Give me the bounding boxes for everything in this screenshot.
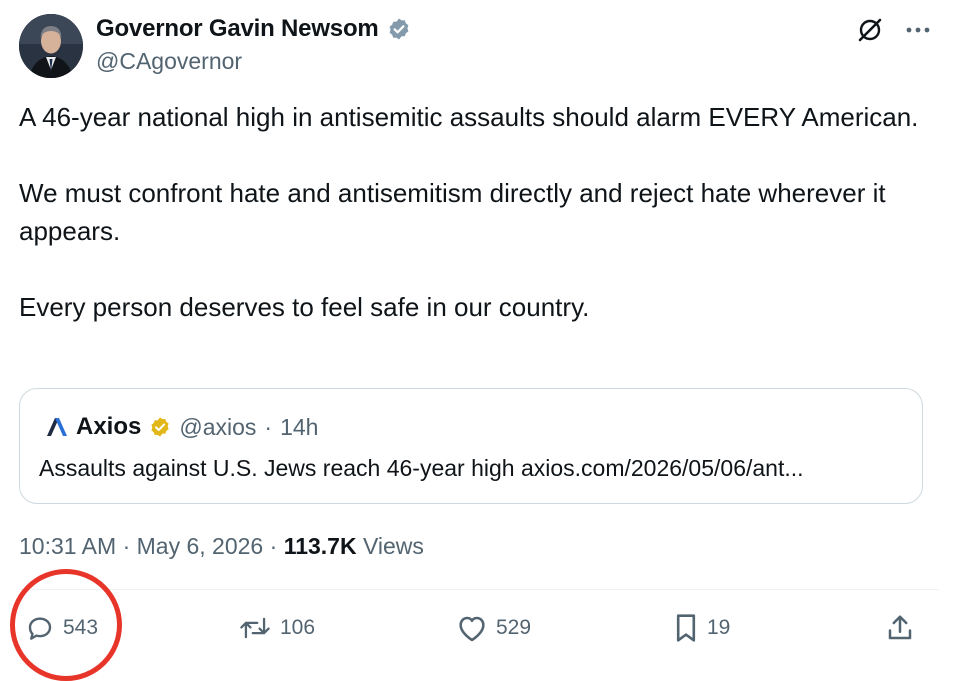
more-icon[interactable] bbox=[906, 25, 930, 35]
tweet-paragraph: Every person deserves to feel safe in ou… bbox=[19, 292, 590, 322]
verified-badge-icon bbox=[387, 17, 411, 41]
tweet-date[interactable]: May 6, 2026 bbox=[137, 533, 264, 559]
repost-button[interactable]: 106 bbox=[238, 610, 315, 646]
gold-verified-badge-icon bbox=[149, 416, 171, 438]
quoted-author-name: Axios bbox=[76, 413, 142, 440]
heart-icon bbox=[456, 613, 488, 643]
separator: · bbox=[269, 533, 278, 559]
share-button[interactable] bbox=[885, 610, 915, 646]
annotation-circle bbox=[10, 569, 122, 681]
bookmark-icon bbox=[673, 612, 699, 644]
tweet-time[interactable]: 10:31 AM bbox=[19, 533, 116, 559]
like-button[interactable]: 529 bbox=[456, 610, 531, 646]
avatar[interactable] bbox=[19, 14, 83, 78]
tweet-text: A 46-year national high in antisemitic a… bbox=[19, 98, 919, 326]
author-name-row: Governor Gavin Newsom bbox=[96, 15, 411, 43]
divider bbox=[19, 589, 939, 590]
quoted-tweet-time: 14h bbox=[280, 413, 319, 440]
share-icon bbox=[885, 613, 915, 643]
quoted-tweet-header: Axios @axios · 14h bbox=[46, 413, 318, 441]
avatar-image bbox=[19, 14, 83, 78]
repost-count: 106 bbox=[280, 616, 316, 639]
tweet-header-actions bbox=[856, 16, 930, 44]
author-display-name[interactable]: Governor Gavin Newsom bbox=[96, 15, 379, 43]
quoted-tweet-text: Assaults against U.S. Jews reach 46-year… bbox=[39, 455, 804, 481]
repost-icon bbox=[238, 613, 272, 643]
views-count: 113.7K bbox=[283, 533, 357, 559]
grok-icon[interactable] bbox=[856, 16, 884, 44]
separator: · bbox=[264, 413, 273, 440]
bookmark-count: 19 bbox=[707, 616, 731, 639]
views-label: Views bbox=[362, 533, 424, 559]
tweet-meta: 10:31 AM · May 6, 2026 · 113.7K Views bbox=[19, 533, 424, 560]
quoted-author-handle: @axios bbox=[179, 413, 257, 440]
quoted-tweet-card[interactable]: Axios @axios · 14h Assaults against U.S.… bbox=[19, 388, 923, 504]
separator: · bbox=[122, 533, 131, 559]
tweet-paragraph: A 46-year national high in antisemitic a… bbox=[19, 102, 919, 132]
like-count: 529 bbox=[496, 616, 532, 639]
axios-logo-icon bbox=[46, 417, 68, 437]
author-handle[interactable]: @CAgovernor bbox=[96, 48, 242, 75]
tweet-paragraph: We must confront hate and antisemitism d… bbox=[19, 178, 886, 246]
bookmark-button[interactable]: 19 bbox=[673, 610, 730, 646]
